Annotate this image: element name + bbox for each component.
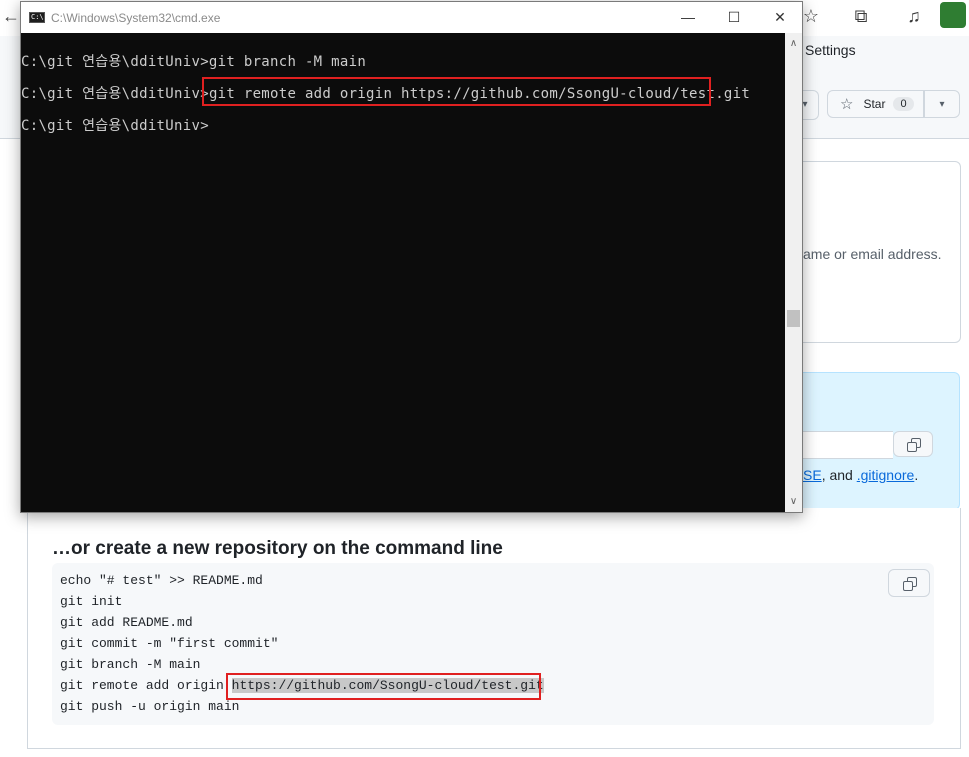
code-line: git init: [60, 594, 123, 609]
code-line: git commit -m "first commit": [60, 636, 279, 651]
quick-text-mid: , and: [821, 467, 857, 483]
clone-url-input[interactable]: [790, 431, 893, 459]
scroll-down-arrow-icon[interactable]: ∨: [785, 493, 802, 510]
copy-icon: [907, 438, 921, 452]
scroll-up-arrow-icon[interactable]: ∧: [785, 35, 802, 52]
code-line: git add README.md: [60, 615, 193, 630]
star-count: 0: [893, 97, 914, 111]
remote-url-highlight-box: [226, 673, 541, 700]
cmd-line: C:\git 연습용\dditUniv>git branch -M main: [21, 54, 367, 70]
minimize-button[interactable]: —: [665, 2, 711, 33]
star-button[interactable]: ☆ Star 0: [827, 90, 924, 118]
cmd-scrollbar[interactable]: ∧ ∨: [785, 33, 802, 512]
copy-commands-button[interactable]: [888, 569, 930, 597]
star-dropdown-button[interactable]: ▾: [924, 90, 960, 118]
license-link[interactable]: SE: [803, 467, 822, 483]
close-button[interactable]: ✕: [757, 2, 803, 33]
quick-text-end: .: [914, 467, 919, 483]
gitignore-link[interactable]: .gitignore: [857, 467, 915, 483]
cmd-window[interactable]: C:\ C:\Windows\System32\cmd.exe — ☐ ✕ C:…: [20, 1, 803, 513]
cmd-app-icon: C:\: [29, 12, 45, 23]
copy-clone-url-button[interactable]: [893, 431, 933, 457]
tab-settings[interactable]: Settings: [805, 42, 856, 58]
maximize-button[interactable]: ☐: [711, 2, 757, 33]
code-line-remote-prefix: git remote add origin: [60, 678, 232, 693]
quick-setup-text: SE, and .gitignore.: [803, 467, 918, 483]
scroll-thumb[interactable]: [787, 310, 800, 327]
star-icon: ☆: [840, 96, 854, 113]
back-arrow-icon[interactable]: ←: [2, 6, 20, 27]
star-label: Star: [863, 97, 886, 111]
cmd-prompt: C:\git 연습용\dditUniv>: [21, 86, 209, 102]
code-line: git branch -M main: [60, 657, 201, 672]
media-queue-icon[interactable]: ♫: [902, 4, 926, 28]
cmd-command-highlight-box: [202, 77, 711, 106]
cmd-line: C:\git 연습용\dditUniv>: [21, 118, 209, 134]
invite-text: ame or email address.: [803, 246, 942, 262]
section-title: …or create a new repository on the comma…: [52, 538, 503, 559]
cmd-title: C:\Windows\System32\cmd.exe: [51, 11, 221, 25]
code-line: git push -u origin main: [60, 699, 240, 714]
profile-avatar[interactable]: [940, 2, 966, 28]
cmd-titlebar[interactable]: C:\ C:\Windows\System32\cmd.exe — ☐ ✕: [21, 2, 802, 33]
extensions-icon[interactable]: ⧉: [849, 4, 873, 28]
copy-icon: [903, 577, 917, 591]
code-line: echo "# test" >> README.md: [60, 573, 263, 588]
